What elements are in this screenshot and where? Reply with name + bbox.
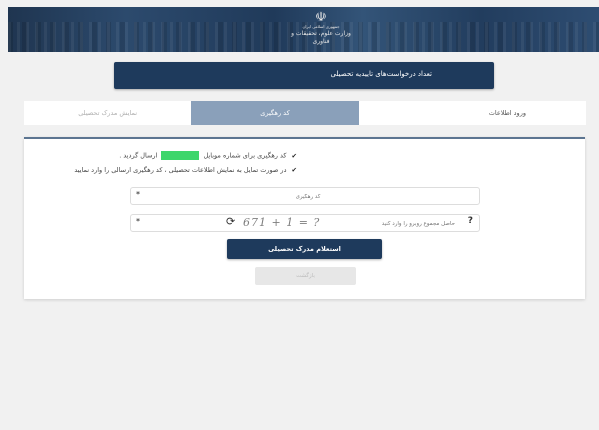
wizard-tabs: نمایش مدرک تحصیلی کد رهگیری ورود اطلاعات xyxy=(24,101,586,125)
captcha-field[interactable]: * ⟳ 671 + 1 = ? ? xyxy=(130,214,480,232)
masked-mobile-number xyxy=(161,151,200,160)
inquiry-button[interactable]: استعلام مدرک تحصیلی xyxy=(227,239,382,259)
captcha-input[interactable] xyxy=(343,218,457,230)
refresh-icon[interactable]: ⟳ xyxy=(226,215,235,228)
site-header: ☫ جمهوری اسلامی ایران وزارت علوم، تحقیقا… xyxy=(8,7,599,52)
captcha-image: 671 + 1 = ? xyxy=(243,216,321,229)
info-text: در صورت تمایل به نمایش اطلاعات تحصیلی ، … xyxy=(74,166,287,174)
check-icon: ✔ xyxy=(291,151,297,160)
request-count-bar: تعداد درخواست‌های تاییدیه تحصیلی xyxy=(114,62,494,89)
emblem-icon: ☫ xyxy=(315,10,327,25)
ministry-logo[interactable]: ☫ جمهوری اسلامی ایران وزارت علوم، تحقیقا… xyxy=(291,11,351,49)
tracking-code-field[interactable]: * xyxy=(130,187,480,205)
info-message: ✔ در صورت تمایل به نمایش اطلاعات تحصیلی … xyxy=(74,166,297,174)
sms-prefix: کد رهگیری برای شماره موبایل xyxy=(203,151,287,160)
required-mark: * xyxy=(136,217,140,226)
help-icon[interactable]: ? xyxy=(468,216,473,226)
tab-show-degree[interactable]: نمایش مدرک تحصیلی xyxy=(24,101,191,125)
tracking-panel: ✔ کد رهگیری برای شماره موبایل ارسال گردی… xyxy=(24,137,585,299)
tab-tracking-code[interactable]: کد رهگیری xyxy=(191,101,359,125)
tab-enter-info[interactable]: ورود اطلاعات xyxy=(359,101,586,125)
tracking-code-input[interactable] xyxy=(241,191,375,203)
logo-line2: وزارت علوم، تحقیقات و فناوری xyxy=(291,30,351,45)
back-button[interactable]: بازگشت xyxy=(255,267,356,285)
check-icon: ✔ xyxy=(291,166,297,174)
sms-sent-message: ✔ کد رهگیری برای شماره موبایل ارسال گردی… xyxy=(119,151,297,160)
required-mark: * xyxy=(136,190,140,199)
request-count-label: تعداد درخواست‌های تاییدیه تحصیلی xyxy=(330,70,432,78)
sms-suffix: ارسال گردید . xyxy=(119,151,158,160)
